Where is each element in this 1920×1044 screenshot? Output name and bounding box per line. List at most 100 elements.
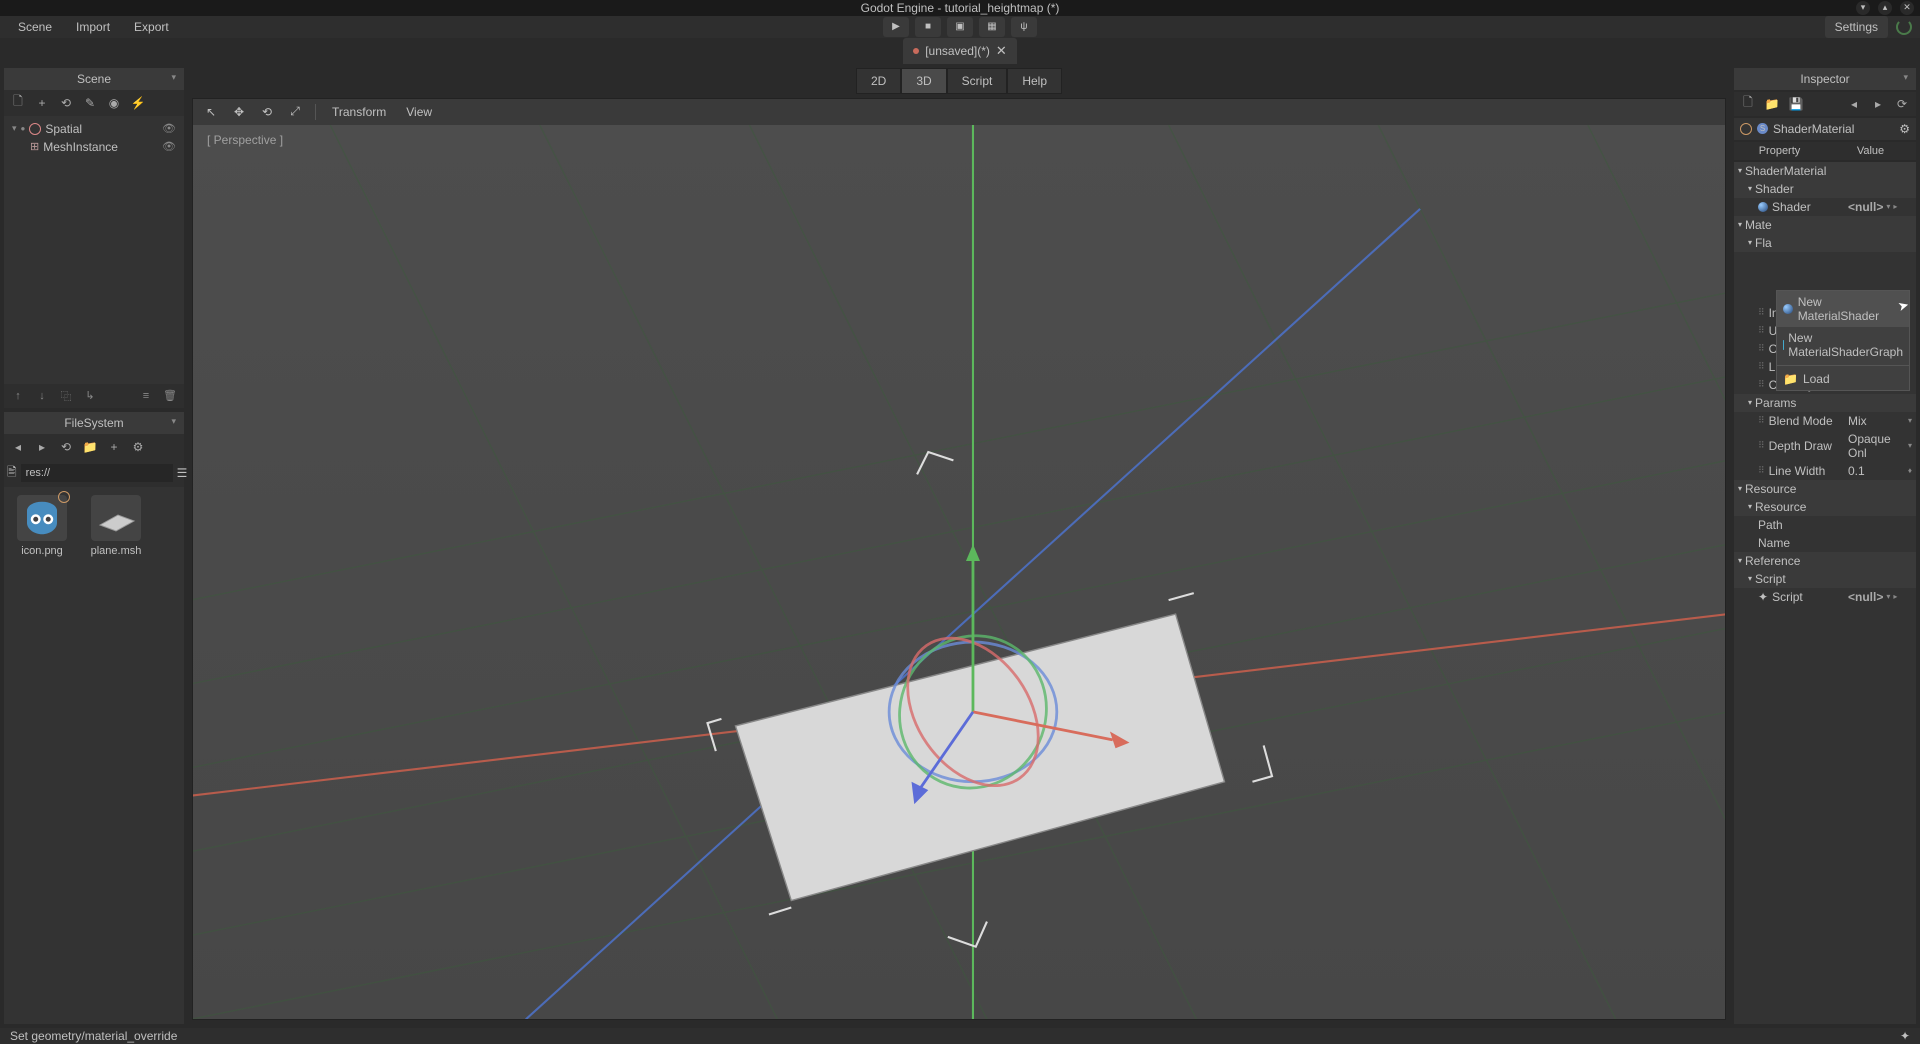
menu-export[interactable]: Export (124, 16, 179, 38)
file-item[interactable]: icon.png (12, 495, 72, 557)
connect-icon[interactable]: ◉ (103, 93, 125, 113)
editor-mode-tabs: 2D 3D Script Help (188, 68, 1730, 94)
fs-folder-icon[interactable]: 📁 (79, 437, 101, 457)
visibility-icon[interactable]: 👁 (162, 122, 176, 135)
section-reference[interactable]: ▾Reference (1734, 552, 1916, 570)
groups-icon[interactable]: ⚡ (127, 93, 149, 113)
scene-tab[interactable]: [unsaved](*) ✕ (903, 38, 1017, 64)
history-icon[interactable]: ⟳ (1891, 95, 1913, 113)
perspective-label[interactable]: [ Perspective ] (207, 133, 283, 147)
section-script[interactable]: ▾Script (1734, 570, 1916, 588)
menu-import[interactable]: Import (66, 16, 120, 38)
3d-viewport[interactable]: [ Perspective ] (193, 125, 1725, 1019)
stop-button[interactable]: ■ (915, 17, 941, 37)
section-resource[interactable]: ▾Resource (1734, 480, 1916, 498)
scene-dock-title[interactable]: Scene (4, 68, 184, 90)
rotate-tool-icon[interactable]: ⟲ (255, 102, 279, 122)
section-params[interactable]: ▾Params (1734, 394, 1916, 412)
fs-path-input[interactable] (21, 464, 173, 482)
tree-root-row[interactable]: ▾ ● Spatial 👁 (8, 120, 180, 138)
transform-menu[interactable]: Transform (324, 105, 394, 119)
move-up-icon[interactable]: ↑ (7, 387, 29, 405)
shader-resource-icon: S (1757, 123, 1768, 134)
new-resource-icon[interactable]: 🗋 (1737, 95, 1759, 113)
section-shader-material[interactable]: ▾ShaderMaterial (1734, 162, 1916, 180)
scene-tabbar: [unsaved](*) ✕ (0, 38, 1920, 64)
menu-load[interactable]: 📁Load (1777, 368, 1909, 390)
unsaved-dot-icon (913, 48, 919, 54)
save-resource-icon[interactable]: 💾 (1785, 95, 1807, 113)
sphere-icon (1783, 304, 1793, 314)
expand-arrow-icon[interactable]: ▾ (12, 123, 17, 134)
file-label: plane.msh (91, 545, 142, 557)
section-resource-inner[interactable]: ▾Resource (1734, 498, 1916, 516)
open-resource-icon[interactable]: 📁 (1761, 95, 1783, 113)
fs-tree-icon[interactable]: 🖹 (7, 463, 17, 484)
tab-2d[interactable]: 2D (856, 68, 901, 94)
add-node-icon[interactable]: + (31, 93, 53, 113)
prop-line-width[interactable]: ⠿Line Width0.1♦ (1734, 462, 1916, 480)
tab-help[interactable]: Help (1007, 68, 1062, 94)
section-shader[interactable]: ▾Shader (1734, 180, 1916, 198)
window-title: Godot Engine - tutorial_heightmap (*) (861, 1, 1060, 15)
prop-shader[interactable]: Shader <null>▾▸ (1734, 198, 1916, 216)
prop-path[interactable]: Path (1734, 516, 1916, 534)
menu-scene[interactable]: Scene (8, 16, 62, 38)
visibility-icon[interactable]: 👁 (162, 140, 176, 153)
tab-3d[interactable]: 3D (901, 68, 946, 94)
menu-new-material-shader[interactable]: New MaterialShader (1777, 291, 1909, 327)
script-icon: ✦ (1758, 590, 1768, 604)
play-scene-button[interactable]: ▣ (947, 17, 973, 37)
duplicate-icon[interactable]: ⿻ (55, 387, 77, 405)
object-settings-icon[interactable]: ⚙ (1899, 122, 1910, 136)
close-window-icon[interactable]: ✕ (1900, 1, 1914, 15)
sphere-icon (1758, 202, 1768, 212)
instance-dot-icon: ● (21, 124, 26, 133)
prop-depth-draw[interactable]: ⠿Depth DrawOpaque Onl▾ (1734, 430, 1916, 462)
play-custom-button[interactable]: ▦ (979, 17, 1005, 37)
tab-script[interactable]: Script (947, 68, 1008, 94)
prop-script[interactable]: ✦Script<null>▾▸ (1734, 588, 1916, 606)
prop-blend-mode[interactable]: ⠿Blend ModeMix▾ (1734, 412, 1916, 430)
settings-button[interactable]: Settings (1825, 16, 1888, 38)
debug-button[interactable]: ψ (1011, 17, 1037, 37)
fs-list-icon[interactable]: ☰ (177, 466, 188, 480)
section-flags[interactable]: ▾Fla (1734, 234, 1916, 252)
select-tool-icon[interactable]: ↖ (199, 102, 223, 122)
node-label: Spatial (45, 122, 82, 136)
prop-name[interactable]: Name (1734, 534, 1916, 552)
minimize-icon[interactable]: ▾ (1856, 1, 1870, 15)
fs-settings-icon[interactable]: ⚙ (127, 437, 149, 457)
section-material[interactable]: ▾Mate (1734, 216, 1916, 234)
delete-icon[interactable]: 🗑 (159, 387, 181, 405)
view-menu[interactable]: View (398, 105, 440, 119)
fs-forward-icon[interactable]: ▸ (31, 437, 53, 457)
scale-tool-icon[interactable]: ⤢ (283, 102, 307, 122)
move-tool-icon[interactable]: ✥ (227, 102, 251, 122)
titlebar: Godot Engine - tutorial_heightmap (*) ▾ … (0, 0, 1920, 16)
shader-dropdown-menu: New MaterialShader New MaterialShaderGra… (1776, 290, 1910, 391)
move-down-icon[interactable]: ↓ (31, 387, 53, 405)
scene-tree: ▾ ● Spatial 👁 ⊞ MeshInstance 👁 (4, 116, 184, 384)
file-label: icon.png (21, 545, 63, 557)
play-button[interactable]: ▶ (883, 17, 909, 37)
history-back-icon[interactable]: ◂ (1843, 95, 1865, 113)
new-node-icon[interactable]: 🗋 (7, 93, 29, 113)
fs-add-icon[interactable]: + (103, 437, 125, 457)
tab-close-icon[interactable]: ✕ (996, 43, 1007, 59)
file-item[interactable]: plane.msh (86, 495, 146, 557)
tree-child-row[interactable]: ⊞ MeshInstance 👁 (8, 138, 180, 156)
menu-new-material-shader-graph[interactable]: New MaterialShaderGraph (1777, 327, 1909, 363)
filesystem-dock-title[interactable]: FileSystem (4, 412, 184, 434)
fs-refresh-icon[interactable]: ⟲ (55, 437, 77, 457)
multi-edit-icon[interactable]: ≡ (135, 387, 157, 405)
history-forward-icon[interactable]: ▸ (1867, 95, 1889, 113)
fs-back-icon[interactable]: ◂ (7, 437, 29, 457)
inspector-object-name: ShaderMaterial (1773, 122, 1854, 136)
reparent-icon[interactable]: ↳ (79, 387, 101, 405)
inspector-dock-title[interactable]: Inspector (1734, 68, 1916, 90)
maximize-icon[interactable]: ▴ (1878, 1, 1892, 15)
instance-icon[interactable]: ⟲ (55, 93, 77, 113)
tab-label: [unsaved](*) (925, 44, 990, 58)
replace-icon[interactable]: ✎ (79, 93, 101, 113)
